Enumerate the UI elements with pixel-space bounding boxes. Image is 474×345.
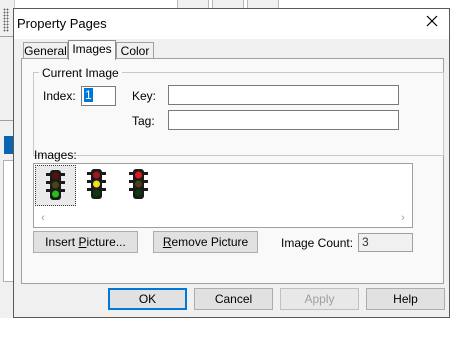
insert-picture-label-suffix: icture... bbox=[86, 235, 126, 249]
key-field[interactable] bbox=[168, 85, 399, 105]
image-thumb-1[interactable] bbox=[35, 165, 76, 206]
index-field[interactable]: 1 bbox=[81, 86, 116, 106]
background-selection bbox=[4, 136, 13, 154]
images-listview[interactable]: ‹ › bbox=[33, 163, 413, 228]
grid-dots bbox=[3, 8, 9, 32]
key-label: Key: bbox=[132, 89, 157, 103]
insert-picture-button[interactable]: Insert Picture... bbox=[33, 231, 138, 253]
insert-picture-label-prefix: Insert bbox=[45, 235, 79, 249]
title-bar: Property Pages bbox=[14, 9, 449, 39]
scroll-left-arrow-icon[interactable]: ‹ bbox=[38, 213, 48, 224]
close-icon[interactable] bbox=[425, 14, 439, 28]
scroll-right-arrow-icon[interactable]: › bbox=[398, 213, 408, 224]
horizontal-scrollbar[interactable]: ‹ › bbox=[35, 211, 411, 226]
current-image-legend: Current Image bbox=[39, 66, 122, 80]
image-count-field: 3 bbox=[358, 233, 413, 252]
ok-button[interactable]: OK bbox=[108, 288, 187, 310]
image-thumb-2[interactable] bbox=[77, 165, 118, 206]
apply-button[interactable]: Apply bbox=[280, 288, 359, 310]
traffic-light-yellow-icon bbox=[87, 169, 106, 199]
dialog-title: Property Pages bbox=[17, 16, 107, 31]
property-pages-dialog: Property Pages General Images Color Curr… bbox=[13, 8, 450, 318]
tag-field[interactable] bbox=[168, 110, 399, 130]
divider bbox=[0, 120, 14, 121]
traffic-light-green-icon bbox=[46, 170, 65, 200]
insert-picture-hotkey: P bbox=[78, 235, 87, 249]
remove-picture-button[interactable]: Remove Picture bbox=[153, 231, 258, 253]
index-label: Index: bbox=[43, 89, 76, 103]
tag-label: Tag: bbox=[132, 114, 155, 128]
remove-picture-label: emove Picture bbox=[171, 235, 249, 249]
tab-color[interactable]: Color bbox=[116, 42, 154, 59]
cancel-button[interactable]: Cancel bbox=[194, 288, 273, 310]
images-label: Images: bbox=[34, 148, 77, 162]
tab-general[interactable]: General bbox=[23, 42, 68, 59]
tab-images[interactable]: Images bbox=[68, 40, 116, 60]
index-value: 1 bbox=[84, 88, 93, 102]
image-count-label: Image Count: bbox=[281, 236, 354, 250]
traffic-light-red-icon bbox=[129, 169, 148, 199]
image-thumb-3[interactable] bbox=[119, 165, 160, 206]
help-button[interactable]: Help bbox=[366, 288, 445, 310]
divider bbox=[0, 36, 14, 37]
